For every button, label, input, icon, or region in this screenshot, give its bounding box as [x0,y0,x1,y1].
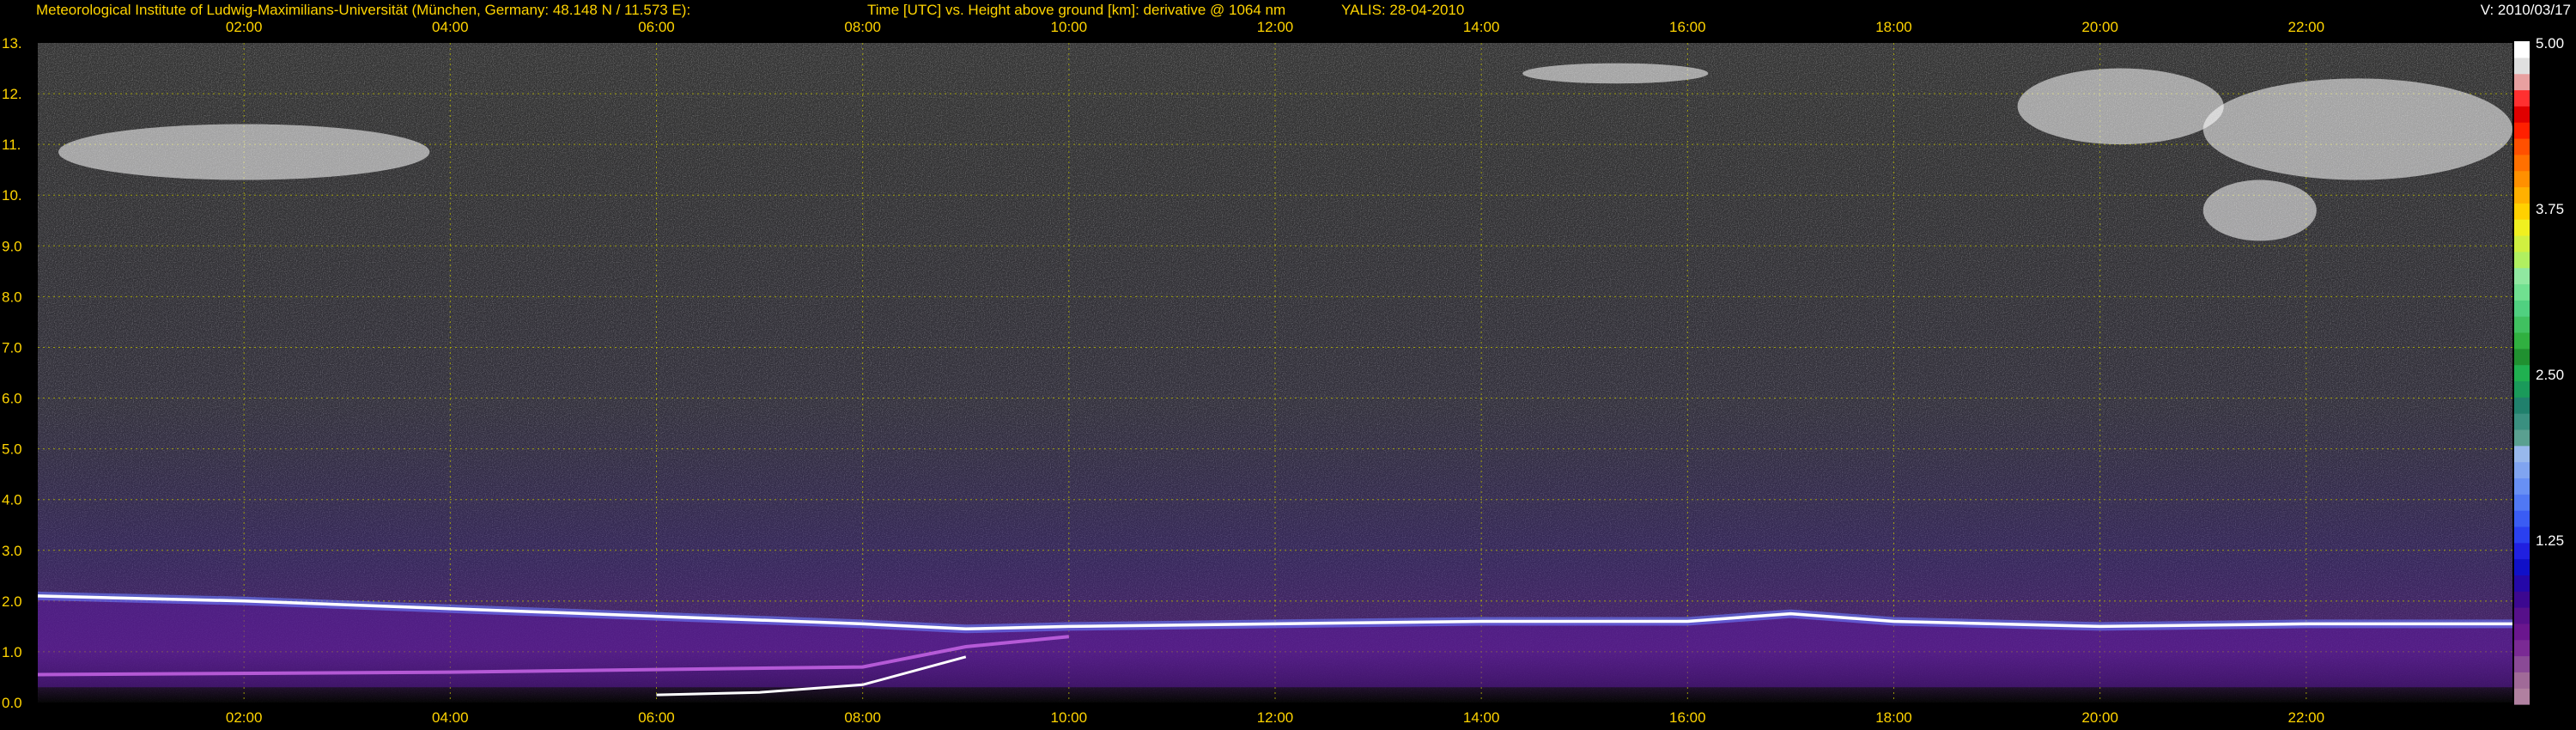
colorbar-swatch [2514,219,2530,236]
colorbar-swatch [2514,267,2530,285]
colorbar-swatch [2514,332,2530,350]
cirrus-cloud [1522,63,1709,84]
colorbar-swatch [2514,591,2530,608]
x-tick-label-top: 16:00 [1669,19,1706,35]
colorbar-swatch [2514,655,2530,672]
x-tick-label-top: 10:00 [1051,19,1088,35]
colorbar-swatch [2514,542,2530,560]
colorbar-swatch [2514,137,2530,155]
colorbar-swatch [2514,478,2530,495]
y-axis: 0.0 1.0 2.0 3.0 4.0 5.0 6.0 7.0 8.0 9.0 10. 11. 12. 1… [2,35,22,711]
colorbar-swatch [2514,154,2530,172]
y-tick-label: 11. [2,137,21,153]
colorbar-swatch [2514,57,2530,75]
y-tick-label: 2.0 [2,593,22,610]
colorbar-swatch [2514,413,2530,430]
cirrus-cloud [58,124,430,180]
x-tick-label-top: 18:00 [1875,19,1912,35]
colorbar-swatch [2514,558,2530,575]
lidar-chart: 02:00 04:00 06:00 08:00 10:00 12:00 14:00 16:00… [2,19,2564,726]
colorbar-swatch [2514,283,2530,301]
colorbar-swatch [2514,203,2530,220]
colorbar-swatch [2514,526,2530,544]
x-tick-label-bottom: 18:00 [1875,709,1912,726]
x-tick-label-top: 20:00 [2081,19,2118,35]
colorbar-swatch [2514,380,2530,398]
colorbar-swatch [2514,234,2530,252]
x-axis-top: 02:00 04:00 06:00 08:00 10:00 12:00 14:00 16:00… [226,19,2324,35]
colorbar-tick-label: 5.00 [2536,35,2564,52]
colorbar-swatch [2514,170,2530,188]
x-tick-label-bottom: 16:00 [1669,709,1706,726]
x-tick-label-bottom: 10:00 [1051,709,1088,726]
cirrus-cloud [2017,68,2224,145]
x-tick-label-top: 14:00 [1463,19,1500,35]
x-tick-label-top: 02:00 [226,19,263,35]
colorbar-tick-label: 2.50 [2536,367,2564,383]
colorbar-swatch [2514,607,2530,624]
x-tick-label-bottom: 08:00 [844,709,881,726]
colorbar-swatch [2514,510,2530,527]
colorbar-swatch [2514,575,2530,592]
colorbar-swatch [2514,672,2530,689]
x-tick-label-top: 22:00 [2288,19,2325,35]
colorbar: 5.00 3.75 2.50 1.25 [2514,35,2564,705]
y-tick-label: 9.0 [2,238,22,254]
y-tick-label: 5.0 [2,441,22,458]
colorbar-swatch [2514,639,2530,657]
x-tick-label-bottom: 14:00 [1463,709,1500,726]
cirrus-cloud [2202,179,2317,241]
colorbar-tick-label: 1.25 [2536,532,2564,549]
colorbar-swatch [2514,89,2530,106]
y-tick-label: 1.0 [2,644,22,660]
colorbar-swatch [2514,461,2530,478]
x-tick-label-top: 08:00 [844,19,881,35]
y-tick-label: 12. [2,86,22,102]
y-tick-label: 7.0 [2,339,22,356]
colorbar-swatch [2514,122,2530,139]
colorbar-swatch [2514,348,2530,366]
y-tick-label: 0.0 [2,695,22,711]
colorbar-swatch [2514,316,2530,333]
x-tick-label-bottom: 12:00 [1257,709,1294,726]
colorbar-swatch [2514,623,2530,641]
x-tick-label-bottom: 04:00 [432,709,469,726]
x-tick-label-bottom: 20:00 [2081,709,2118,726]
cirrus-cloud [2202,78,2512,180]
y-tick-label: 8.0 [2,289,22,305]
x-tick-label-bottom: 02:00 [226,709,263,726]
x-axis-bottom: 02:00 04:00 06:00 08:00 10:00 12:00 14:00 16:00… [226,709,2324,726]
colorbar-swatch [2514,41,2530,58]
y-tick-label: 4.0 [2,492,22,508]
colorbar-swatch [2514,106,2530,123]
colorbar-swatch [2514,73,2530,91]
colorbar-swatch [2514,397,2530,414]
colorbar-swatch [2514,300,2530,317]
colorbar-swatch [2514,494,2530,511]
y-tick-label: 3.0 [2,543,22,559]
colorbar-swatch [2514,364,2530,382]
x-tick-label-top: 12:00 [1257,19,1294,35]
colorbar-tick-label: 3.75 [2536,201,2564,217]
x-tick-label-top: 04:00 [432,19,469,35]
colorbar-swatch [2514,186,2530,204]
colorbar-swatch [2514,445,2530,463]
x-tick-label-bottom: 22:00 [2288,709,2325,726]
y-tick-label: 13. [2,35,22,52]
y-tick-label: 10. [2,187,22,204]
x-tick-label-top: 06:00 [638,19,675,35]
y-tick-label: 6.0 [2,391,22,407]
colorbar-swatch [2514,688,2530,705]
colorbar-swatch [2514,251,2530,269]
colorbar-swatch [2514,429,2530,447]
x-tick-label-bottom: 06:00 [638,709,675,726]
